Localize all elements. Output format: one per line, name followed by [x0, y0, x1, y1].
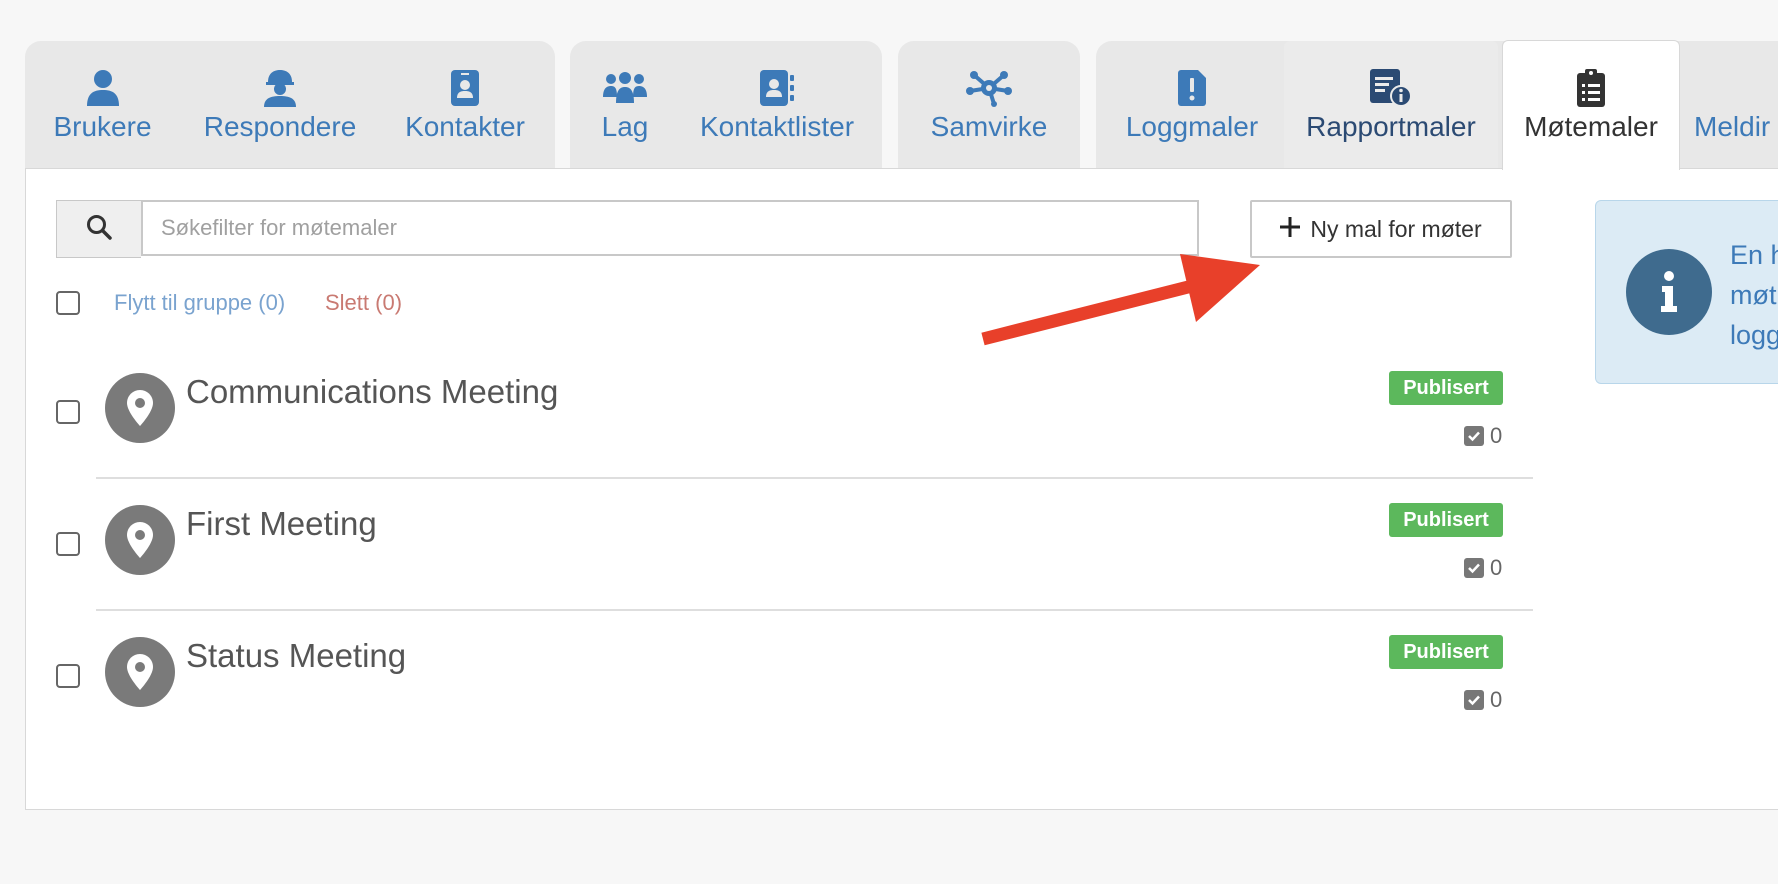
tab-group-cooperation: Samvirke [898, 41, 1080, 168]
hardhat-worker-icon [262, 69, 298, 107]
item-count: 0 [1464, 687, 1502, 713]
item-title[interactable]: Communications Meeting [186, 373, 558, 411]
item-checkbox[interactable] [56, 664, 80, 688]
plus-icon [1280, 216, 1301, 243]
map-marker-icon [105, 373, 175, 443]
select-all-checkbox[interactable] [56, 291, 80, 315]
info-box: En h møt logg [1595, 200, 1778, 384]
tab-group-teams: Lag Kontaktlister [570, 41, 882, 168]
status-badge: Publisert [1389, 371, 1503, 405]
new-meeting-template-button[interactable]: Ny mal for møter [1250, 200, 1512, 258]
file-exclamation-icon [1178, 69, 1206, 107]
bulk-actions: Flytt til gruppe (0) Slett (0) [56, 288, 402, 318]
tab-label: Kontaktlister [699, 111, 855, 142]
check-square-icon [1464, 426, 1484, 446]
divider [96, 609, 1533, 611]
report-info-icon [1370, 69, 1412, 107]
tab-label: Loggmaler [1125, 111, 1259, 142]
new-button-label: Ny mal for møter [1310, 215, 1482, 242]
address-book-icon [760, 69, 794, 107]
status-badge: Publisert [1389, 635, 1503, 669]
tab-label: Samvirke [930, 111, 1048, 142]
info-text: En h møt logg [1730, 235, 1778, 355]
item-count-value: 0 [1490, 423, 1503, 448]
item-checkbox[interactable] [56, 400, 80, 424]
network-hub-icon [966, 69, 1012, 107]
status-badge: Publisert [1389, 503, 1503, 537]
tab-label: Kontakter [405, 111, 525, 142]
delete-link[interactable]: Slett (0) [325, 290, 402, 316]
tab-label: Brukere [53, 111, 152, 142]
clipboard-list-icon [1577, 69, 1605, 107]
search-input[interactable] [141, 200, 1199, 256]
info-icon [1626, 249, 1712, 335]
info-line: logg [1730, 320, 1778, 350]
tab-respondere[interactable]: Respondere [195, 41, 365, 168]
search-icon [86, 214, 112, 245]
team-icon [602, 69, 648, 107]
tab-rapportmaler[interactable]: Rapportmaler [1284, 41, 1498, 168]
search-bar [56, 200, 1208, 258]
list-item: Communications Meeting Publisert 0 [56, 371, 1536, 505]
contact-card-icon [451, 69, 479, 107]
item-title[interactable]: Status Meeting [186, 637, 406, 675]
search-button[interactable] [56, 200, 141, 258]
item-count-value: 0 [1490, 555, 1503, 580]
check-square-icon [1464, 558, 1484, 578]
tab-label: Respondere [203, 111, 357, 142]
tab-meldinger[interactable]: Meldir [1694, 41, 1778, 168]
tab-group-people: Brukere Respondere Kontakter [25, 41, 555, 168]
item-count: 0 [1464, 423, 1502, 449]
tab-label: Meldir [1694, 111, 1771, 142]
map-marker-icon [105, 505, 175, 575]
tab-lag[interactable]: Lag [585, 41, 665, 168]
move-to-group-link[interactable]: Flytt til gruppe (0) [114, 290, 285, 316]
tab-group-templates: Loggmaler Rapportmaler Møtemaler Meldir [1096, 40, 1778, 170]
divider [96, 477, 1533, 479]
tab-samvirke[interactable]: Samvirke [914, 41, 1064, 168]
map-marker-icon [105, 637, 175, 707]
tab-label: Rapportmaler [1306, 111, 1476, 142]
info-line: møt [1730, 280, 1777, 310]
item-title[interactable]: First Meeting [186, 505, 377, 543]
list-item: First Meeting Publisert 0 [56, 503, 1536, 637]
tab-motemaler[interactable]: Møtemaler [1502, 40, 1680, 170]
list-item: Status Meeting Publisert 0 [56, 635, 1536, 769]
tab-label: Møtemaler [1524, 111, 1658, 142]
tab-brukere[interactable]: Brukere [25, 41, 180, 168]
tab-kontaktlister[interactable]: Kontaktlister [692, 41, 862, 168]
tab-loggmaler[interactable]: Loggmaler [1112, 41, 1272, 168]
tab-kontakter[interactable]: Kontakter [390, 41, 540, 168]
item-count: 0 [1464, 555, 1502, 581]
user-icon [86, 69, 120, 107]
item-count-value: 0 [1490, 687, 1503, 712]
item-checkbox[interactable] [56, 532, 80, 556]
info-line: En h [1730, 240, 1778, 270]
tab-label: Lag [601, 111, 649, 142]
check-square-icon [1464, 690, 1484, 710]
